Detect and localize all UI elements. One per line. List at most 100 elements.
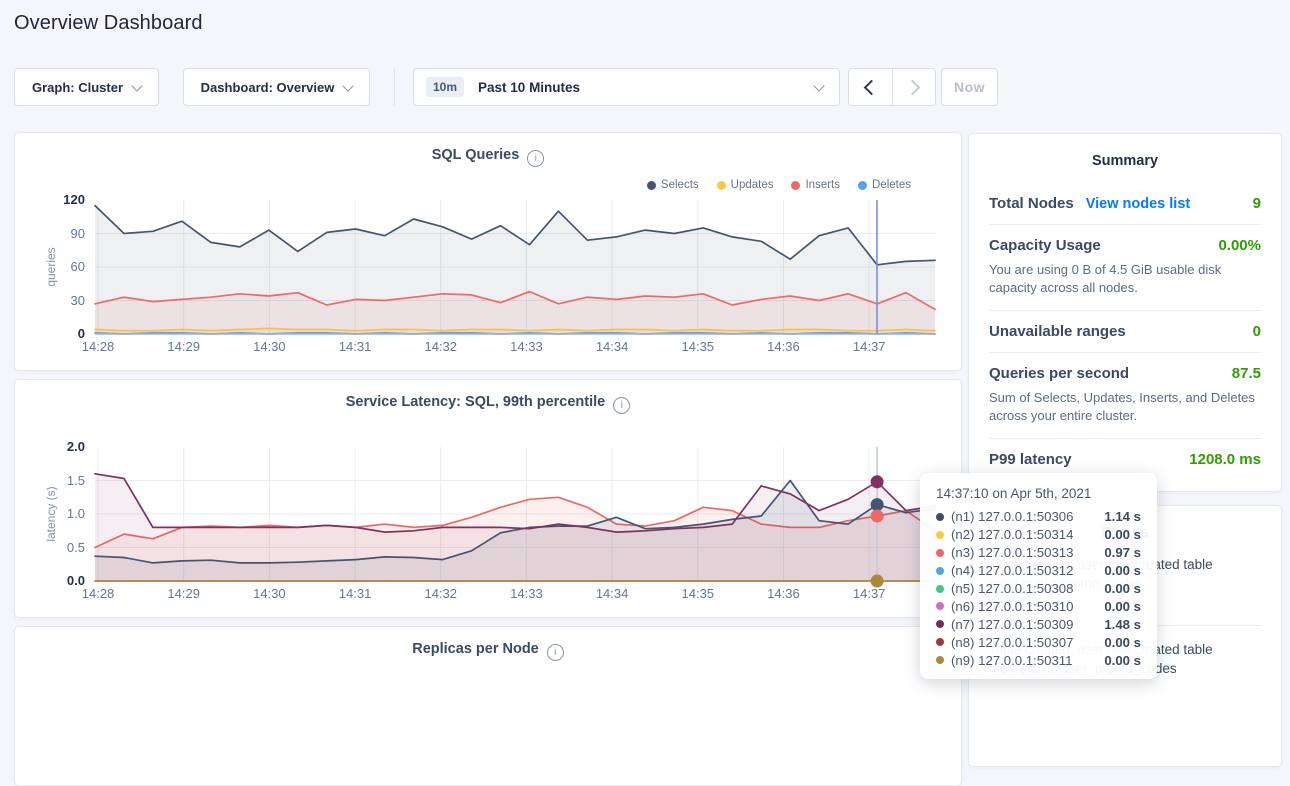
y-tick-label: 0.0 [23, 573, 85, 588]
summary-item-label: Queries per second [989, 365, 1129, 382]
tooltip-node-label: (n8) 127.0.0.1:50307 [951, 635, 1097, 650]
time-range-label: Past 10 Minutes [478, 80, 580, 95]
node-color-dot [936, 638, 944, 646]
crosshair-dot [871, 575, 884, 588]
summary-item-value: 87.5 [1232, 365, 1261, 382]
x-tick-label: 14:29 [167, 586, 200, 601]
y-tick-label: 1.0 [23, 506, 85, 521]
legend-label: Updates [731, 179, 774, 191]
summary-item-row: Unavailable ranges 0 [989, 323, 1261, 340]
dashboard-dropdown[interactable]: Dashboard: Overview [183, 68, 370, 106]
legend-item-deletes[interactable]: Deletes [858, 179, 911, 191]
chevron-right-icon [904, 79, 920, 95]
x-tick-label: 14:33 [510, 586, 543, 601]
y-tick-label: 120 [23, 192, 85, 207]
chart-hover-tooltip: 14:37:10 on Apr 5th, 2021 (n1) 127.0.0.1… [920, 473, 1157, 679]
tooltip-rows: (n1) 127.0.0.1:503061.14 s(n2) 127.0.0.1… [936, 508, 1141, 669]
x-tick-label: 14:36 [767, 339, 800, 354]
legend-dot [647, 181, 656, 190]
x-tick-label: 14:37 [853, 586, 886, 601]
summary-item-label: Unavailable ranges [989, 323, 1126, 340]
x-tick-label: 14:35 [682, 586, 715, 601]
x-tick-label: 14:34 [596, 339, 629, 354]
tooltip-node-label: (n6) 127.0.0.1:50310 [951, 599, 1097, 614]
summary-item-value: 0 [1253, 323, 1261, 340]
graph-dropdown-label: Graph: Cluster [32, 80, 123, 95]
tooltip-row: (n1) 127.0.0.1:503061.14 s [936, 508, 1141, 526]
x-tick-label: 14:32 [424, 586, 457, 601]
time-range-arrows [848, 68, 936, 106]
tooltip-node-label: (n3) 127.0.0.1:50313 [951, 545, 1097, 560]
summary-item-value: 0.00% [1218, 237, 1261, 254]
y-tick-label: 0.5 [23, 540, 85, 555]
x-tick-label: 14:31 [339, 339, 372, 354]
x-tick-label: 14:29 [167, 339, 200, 354]
summary-item-row: Queries per second 87.5 [989, 365, 1261, 382]
legend-label: Selects [661, 179, 699, 191]
y-tick-label: 2.0 [23, 439, 85, 454]
legend-label: Deletes [872, 179, 911, 191]
summary-item: Total NodesView nodes list9 [989, 183, 1261, 225]
service-latency-plot[interactable] [95, 447, 935, 583]
node-color-dot [936, 531, 944, 539]
next-range-button[interactable] [893, 69, 936, 105]
sql-queries-plot[interactable] [95, 200, 935, 336]
node-color-dot [936, 513, 944, 521]
crosshair-dot [871, 498, 884, 511]
x-tick-label: 14:34 [596, 586, 629, 601]
view-nodes-link[interactable]: View nodes list [1086, 196, 1191, 212]
y-tick-label: 1.5 [23, 473, 85, 488]
legend-item-inserts[interactable]: Inserts [791, 179, 840, 191]
x-tick-label: 14:37 [853, 339, 886, 354]
chevron-left-icon [864, 79, 880, 95]
legend-label: Inserts [805, 179, 840, 191]
tooltip-date: on Apr 5th, 2021 [992, 486, 1091, 501]
node-color-dot [936, 585, 944, 593]
tooltip-node-label: (n9) 127.0.0.1:50311 [951, 653, 1097, 668]
tooltip-node-value: 0.00 s [1104, 563, 1141, 578]
info-icon[interactable]: i [547, 644, 564, 661]
time-range-picker[interactable]: 10m Past 10 Minutes [413, 68, 840, 106]
tooltip-node-value: 0.00 s [1104, 635, 1141, 650]
x-tick-label: 14:36 [767, 586, 800, 601]
legend-item-selects[interactable]: Selects [647, 179, 699, 191]
tooltip-node-value: 0.00 s [1104, 653, 1141, 668]
tooltip-row: (n7) 127.0.0.1:503091.48 s [936, 615, 1141, 633]
tooltip-node-label: (n1) 127.0.0.1:50306 [951, 509, 1097, 524]
graph-dropdown[interactable]: Graph: Cluster [14, 68, 159, 106]
tooltip-timestamp: 14:37:10 on Apr 5th, 2021 [936, 486, 1141, 501]
tooltip-row: (n3) 127.0.0.1:503130.97 s [936, 544, 1141, 562]
summary-item-row: Capacity Usage 0.00% [989, 237, 1261, 254]
prev-range-button[interactable] [849, 69, 893, 105]
tooltip-node-value: 0.00 s [1104, 581, 1141, 596]
info-icon[interactable]: i [527, 150, 544, 167]
summary-item-value: 1208.0 ms [1189, 451, 1261, 468]
controls-divider [394, 68, 395, 106]
node-color-dot [936, 567, 944, 575]
tooltip-node-label: (n4) 127.0.0.1:50312 [951, 563, 1097, 578]
legend-dot [791, 181, 800, 190]
tooltip-row: (n4) 127.0.0.1:50312 0.00 s [936, 562, 1141, 580]
x-tick-label: 14:30 [253, 339, 286, 354]
overview-dashboard-page: Overview Dashboard Graph: Cluster Dashbo… [0, 0, 1290, 689]
summary-items: Total NodesView nodes list9Capacity Usag… [969, 183, 1281, 480]
x-tick-label: 14:32 [424, 339, 457, 354]
node-color-dot [936, 656, 944, 664]
sql-queries-panel: SQL Queriesi SelectsUpdatesInsertsDelete… [14, 132, 962, 371]
y-tick-label: 30 [23, 293, 85, 308]
dashboard-dropdown-label: Dashboard: Overview [201, 80, 335, 95]
legend-item-updates[interactable]: Updates [717, 179, 774, 191]
chevron-down-icon [343, 80, 354, 91]
info-icon[interactable]: i [613, 397, 630, 414]
tooltip-node-label: (n2) 127.0.0.1:50314 [951, 527, 1097, 542]
service-latency-title: Service Latency: SQL, 99th percentile [346, 394, 606, 410]
y-tick-label: 90 [23, 226, 85, 241]
x-tick-label: 14:33 [510, 339, 543, 354]
summary-item-label: Total Nodes [989, 195, 1074, 212]
summary-item-label: Capacity Usage [989, 237, 1101, 254]
page-title: Overview Dashboard [14, 12, 203, 35]
legend-dot [858, 181, 867, 190]
now-button[interactable]: Now [941, 68, 998, 106]
summary-item: Capacity Usage0.00%You are using 0 B of … [989, 225, 1261, 311]
tooltip-row: (n2) 127.0.0.1:503140.00 s [936, 526, 1141, 544]
